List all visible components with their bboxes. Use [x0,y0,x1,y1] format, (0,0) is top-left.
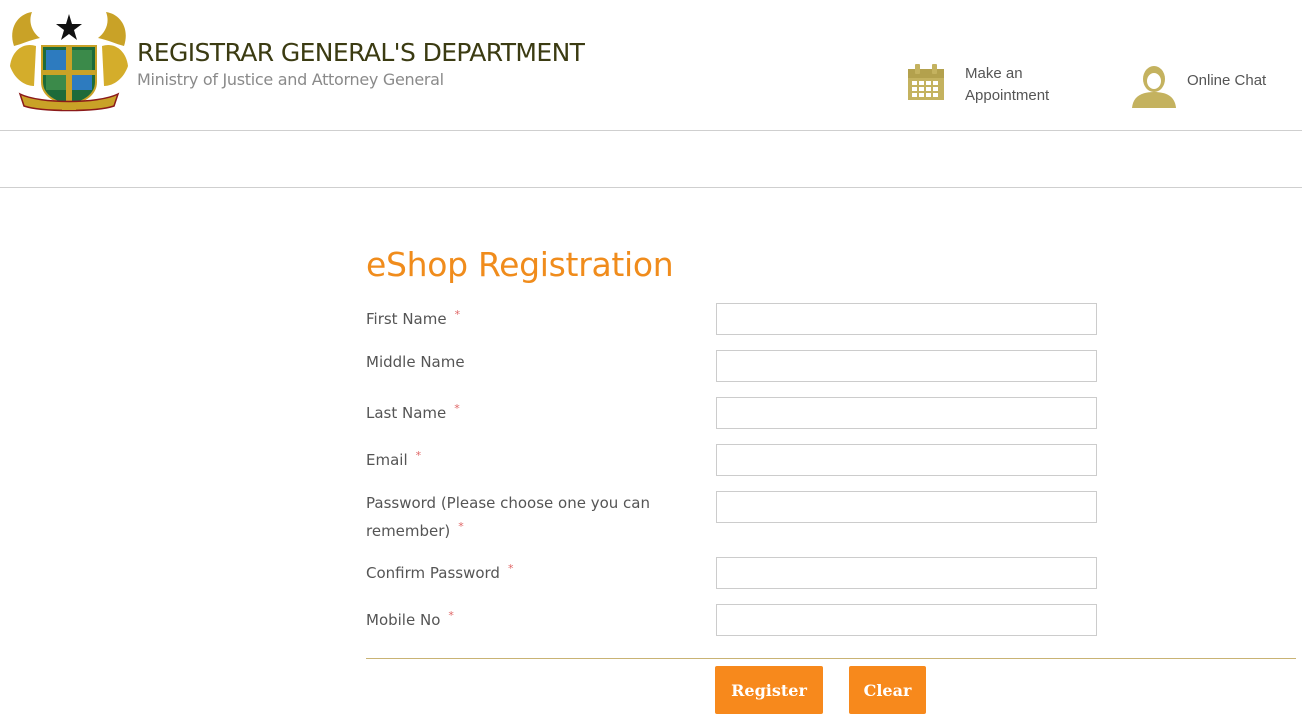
email-label: Email * [366,449,422,469]
confirm-password-label: Confirm Password * [366,562,514,582]
calendar-icon [908,64,944,100]
coat-of-arms-logo [10,12,128,112]
last-name-label: Last Name * [366,402,460,422]
person-icon [1132,66,1176,108]
required-marker: * [454,308,461,321]
middle-name-label: Middle Name [366,353,465,371]
password-input[interactable] [716,491,1097,523]
password-label: Password (Please choose one you can reme… [366,494,651,540]
form-title: eShop Registration [366,245,674,284]
mobile-no-input[interactable] [716,604,1097,636]
required-marker: * [448,609,454,622]
middle-name-input[interactable] [716,350,1097,382]
department-title: REGISTRAR GENERAL'S DEPARTMENT [137,38,585,67]
required-marker: * [415,449,422,462]
form-divider [366,658,1296,659]
header-divider [0,130,1302,131]
confirm-password-input[interactable] [716,557,1097,589]
online-chat-label: Online Chat [1187,72,1267,89]
email-input[interactable] [716,444,1097,476]
first-name-label: First Name * [366,308,461,328]
department-subtitle: Ministry of Justice and Attorney General [137,70,444,89]
register-button[interactable]: Register [715,666,823,714]
required-marker: * [458,520,464,533]
first-name-input[interactable] [716,303,1097,335]
last-name-input[interactable] [716,397,1097,429]
site-header: REGISTRAR GENERAL'S DEPARTMENT Ministry … [0,0,1302,130]
mobile-no-label: Mobile No * [366,609,454,629]
nav-divider [0,187,1302,188]
make-appointment-label: Make an Appointment [965,65,1050,104]
clear-button[interactable]: Clear [849,666,926,714]
required-marker: * [454,402,460,415]
required-marker: * [507,562,514,575]
